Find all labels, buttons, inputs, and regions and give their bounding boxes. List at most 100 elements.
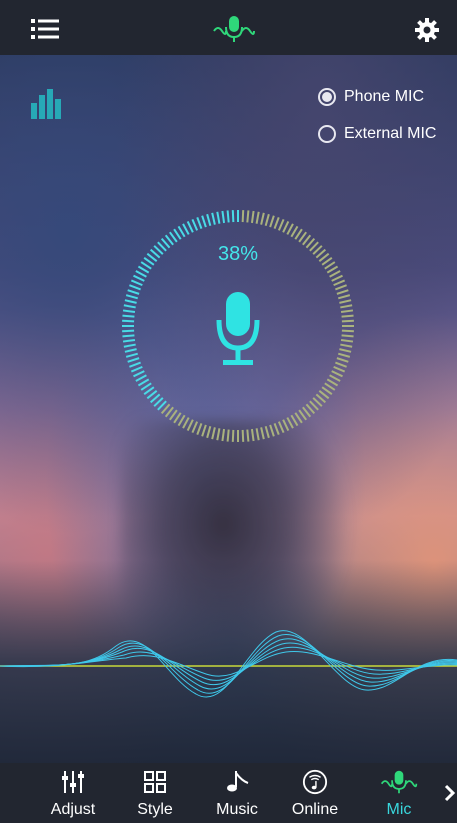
ring-tick [182, 223, 190, 235]
mic-source-options: Phone MIC External MIC [318, 86, 457, 160]
ring-tick [231, 429, 235, 442]
nav-item-adjust[interactable]: Adjust [38, 769, 108, 823]
ring-tick [137, 265, 150, 274]
ring-tick [333, 279, 346, 287]
ring-tick [336, 289, 349, 295]
nav-item-mic[interactable]: Mic [373, 769, 425, 823]
ring-tick [221, 210, 226, 224]
ring-tick [177, 414, 186, 427]
ring-tick [211, 212, 216, 225]
ring-tick [277, 421, 285, 434]
ring-tick [122, 319, 135, 323]
ring-tick [135, 374, 147, 382]
radio-phone-mic[interactable]: Phone MIC [318, 86, 457, 108]
ring-tick [273, 423, 280, 435]
ring-tick [123, 304, 136, 309]
nav-item-online[interactable]: Online [280, 769, 350, 823]
ring-tick [331, 274, 343, 282]
ring-tick [260, 427, 265, 440]
ring-tick [264, 425, 270, 439]
ring-tick [282, 221, 290, 233]
menu-list-icon[interactable] [30, 17, 60, 41]
chevron-right-icon[interactable] [443, 783, 457, 803]
ring-tick [140, 382, 152, 391]
grid-icon [144, 771, 166, 793]
ring-tick [130, 279, 143, 287]
microphone-icon[interactable] [215, 290, 261, 370]
microphone-wave-icon [380, 770, 418, 794]
ring-tick [137, 378, 150, 387]
nav-item-music[interactable]: Music [202, 769, 272, 823]
ring-tick [255, 211, 260, 224]
ring-tick [341, 314, 354, 318]
ring-tick [341, 329, 354, 333]
ring-tick [130, 365, 143, 373]
ring-tick [196, 217, 203, 229]
ring-tick [125, 352, 139, 358]
radio-selected-icon[interactable] [318, 88, 336, 106]
ring-tick [201, 215, 207, 228]
ring-tick [135, 270, 147, 278]
ring-tick [294, 412, 303, 424]
nav-item-style[interactable]: Style [120, 769, 190, 823]
ring-tick [122, 334, 135, 338]
ring-tick [133, 370, 145, 378]
radio-unselected-icon[interactable] [318, 125, 336, 143]
ring-tick [290, 225, 299, 238]
audio-waveform [0, 620, 457, 720]
ring-tick [246, 429, 250, 442]
equalizer-bars-icon[interactable] [30, 87, 64, 121]
ring-tick [216, 211, 221, 224]
radio-phone-mic-label: Phone MIC [344, 88, 425, 105]
ring-tick [340, 343, 353, 348]
ring-tick [277, 218, 285, 231]
ring-tick [250, 428, 255, 442]
ring-tick [286, 417, 294, 429]
ring-tick [339, 299, 352, 304]
app-screen: Phone MIC External MIC 38% Adjust Style … [0, 0, 457, 823]
ring-tick [255, 428, 260, 441]
ring-tick [177, 225, 186, 238]
ring-tick [241, 429, 245, 442]
ring-tick [122, 314, 135, 318]
ring-tick [341, 319, 354, 323]
nav-label-online: Online [291, 801, 339, 818]
ring-tick [337, 294, 351, 300]
sliders-icon [62, 771, 84, 793]
ring-tick [129, 361, 141, 368]
ring-tick [294, 228, 303, 240]
ring-tick [269, 215, 275, 228]
ring-tick [196, 423, 203, 435]
ring-tick [201, 424, 207, 437]
ring-tick [339, 348, 352, 353]
ring-tick [123, 343, 136, 348]
bottom-navigation: Adjust Style Music Online Mic [0, 763, 457, 823]
ring-tick [124, 299, 137, 304]
ring-tick [182, 417, 190, 429]
ring-tick [290, 414, 299, 427]
gear-icon[interactable] [413, 16, 441, 44]
ring-tick [221, 428, 226, 442]
ring-tick [331, 370, 343, 378]
ring-tick [129, 284, 141, 291]
mic-level-meter: 38% [118, 206, 358, 446]
ring-tick [241, 210, 245, 223]
ring-tick [336, 357, 349, 363]
ring-tick [326, 265, 339, 274]
ring-tick [124, 348, 137, 353]
nav-label-style: Style [137, 801, 173, 818]
ring-tick [211, 427, 216, 440]
ring-tick [273, 217, 280, 229]
ring-tick [173, 228, 182, 240]
ring-tick [206, 425, 212, 439]
ring-tick [286, 223, 294, 235]
ring-tick [216, 428, 221, 441]
ring-tick [260, 212, 265, 225]
ring-tick [340, 338, 354, 343]
radio-external-mic[interactable]: External MIC [318, 123, 457, 145]
ring-tick [333, 365, 346, 373]
ring-tick [340, 309, 354, 314]
ring-tick [191, 421, 199, 434]
ring-tick [337, 352, 351, 358]
ring-tick [340, 304, 353, 309]
